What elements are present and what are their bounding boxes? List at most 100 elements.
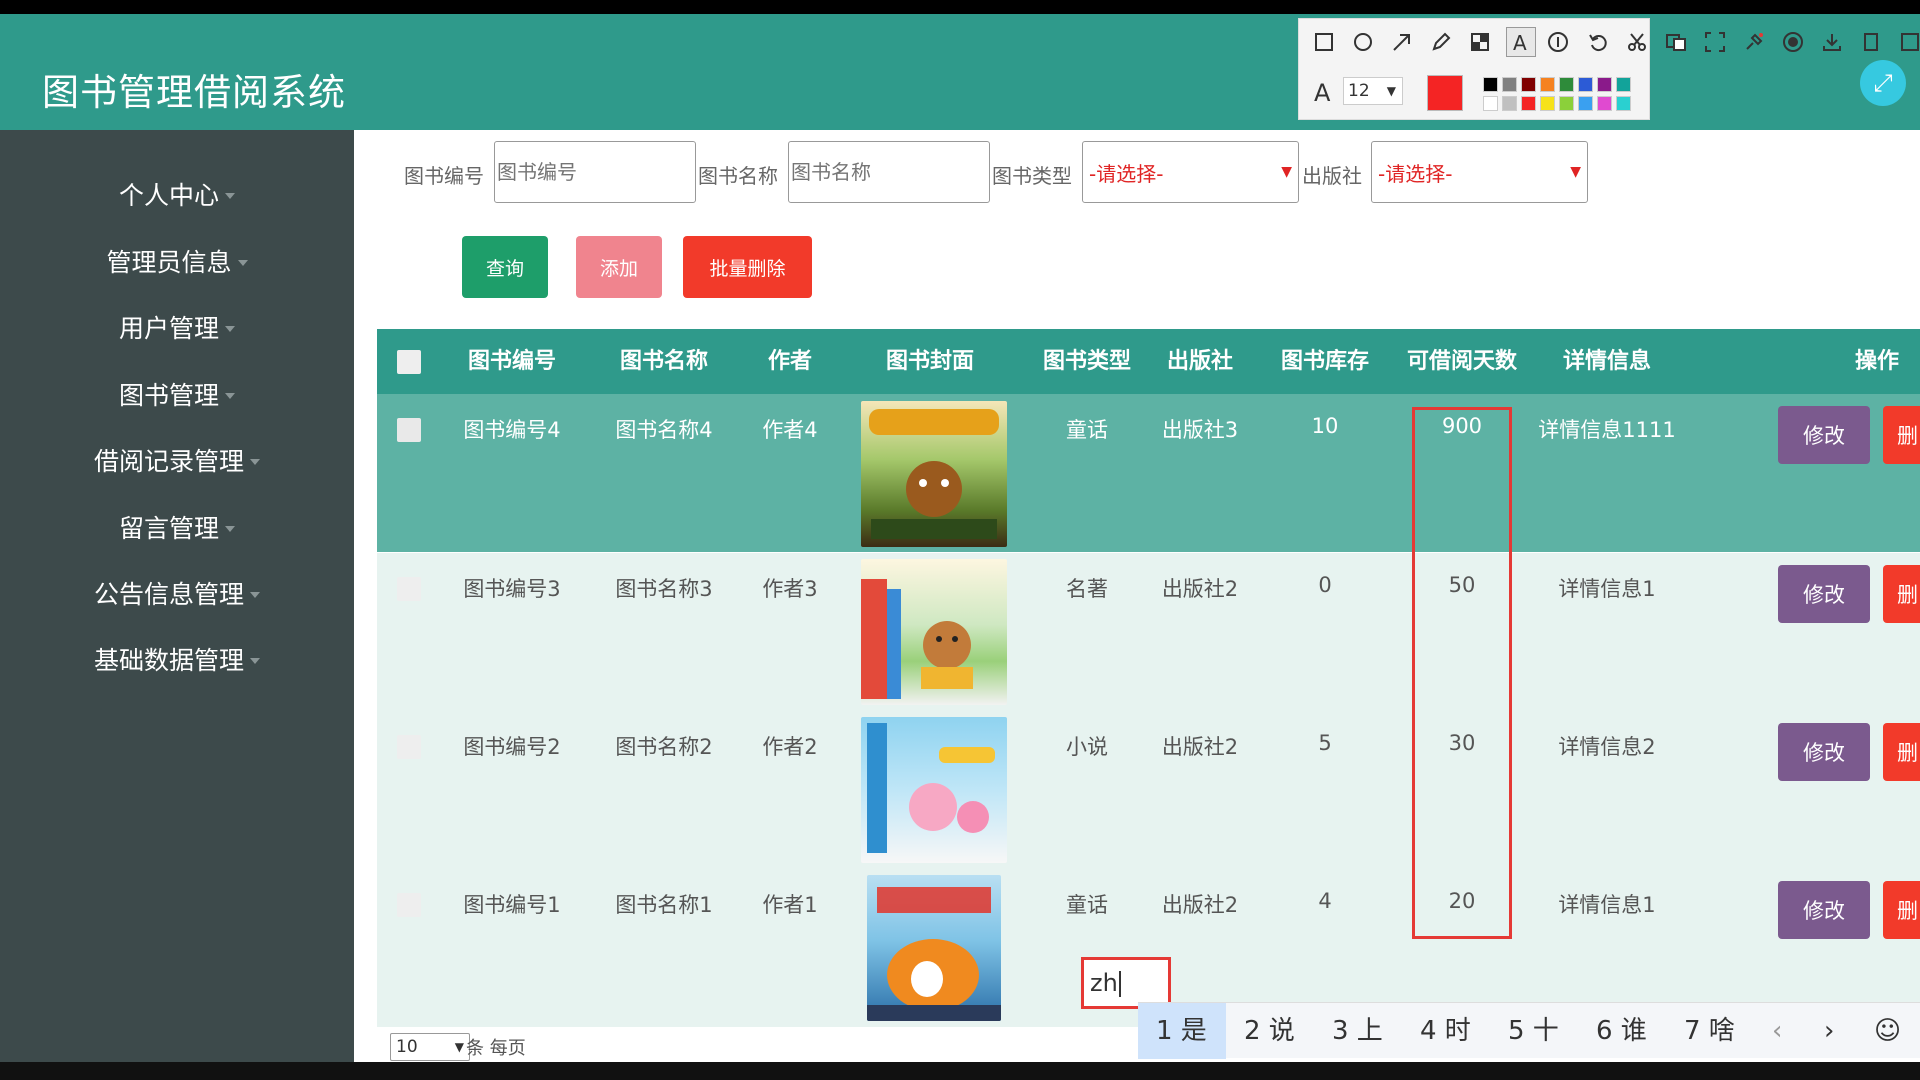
font-size-select[interactable]: 12 ▼ bbox=[1343, 77, 1403, 105]
header-cover: 图书封面 bbox=[885, 349, 974, 374]
color-swatch[interactable] bbox=[1559, 77, 1574, 92]
table-row[interactable]: 图书编号2 图书名称2 作者2 小说 出版社2 5 30 详情信息2 修改 删 bbox=[377, 711, 1920, 869]
cut-tool-icon[interactable] bbox=[1624, 29, 1650, 55]
batch-delete-button[interactable]: 批量删除 bbox=[683, 236, 812, 298]
row-checkbox[interactable] bbox=[397, 893, 421, 917]
page-size-select[interactable]: 10 ▼ bbox=[390, 1033, 470, 1061]
sidebar-item-user-management[interactable]: 用户管理 bbox=[0, 300, 354, 354]
ime-composition-text: zh bbox=[1090, 969, 1118, 997]
undo-icon[interactable] bbox=[1585, 29, 1611, 55]
color-swatch[interactable] bbox=[1502, 77, 1517, 92]
pin-tool-icon[interactable] bbox=[1741, 29, 1767, 55]
ime-prev-page-icon[interactable]: ‹ bbox=[1772, 1003, 1782, 1059]
delete-button[interactable]: 删 bbox=[1883, 723, 1920, 781]
scan-tool-icon[interactable] bbox=[1702, 29, 1728, 55]
color-swatch[interactable] bbox=[1540, 77, 1555, 92]
cell-stock: 4 bbox=[1318, 889, 1332, 913]
rectangle-tool-icon[interactable] bbox=[1311, 29, 1337, 55]
fullscreen-icon[interactable]: ⤢ bbox=[1860, 60, 1906, 106]
ime-candidate[interactable]: 4 时 bbox=[1420, 1003, 1471, 1059]
sidebar-item-borrow-records[interactable]: 借阅记录管理 bbox=[0, 433, 354, 487]
edit-button[interactable]: 修改 bbox=[1778, 881, 1870, 939]
arrow-tool-icon[interactable] bbox=[1389, 29, 1415, 55]
cell-publisher: 出版社2 bbox=[1161, 577, 1239, 601]
delete-button[interactable]: 删 bbox=[1883, 881, 1920, 939]
annotation-toolbar: A A 12 ▼ bbox=[1298, 18, 1919, 120]
book-table: 图书编号 图书名称 作者 图书封面 图书类型 出版社 图书库存 可借阅天数 详情… bbox=[377, 329, 1920, 1029]
book-cover-image bbox=[861, 559, 1007, 705]
pen-tool-icon[interactable] bbox=[1428, 29, 1454, 55]
ime-candidate[interactable]: 2 说 bbox=[1244, 1003, 1295, 1059]
sidebar-item-admin-info[interactable]: 管理员信息 bbox=[0, 234, 354, 288]
row-checkbox[interactable] bbox=[397, 418, 421, 442]
font-icon: A bbox=[1311, 79, 1337, 105]
book-no-input[interactable] bbox=[494, 141, 696, 203]
sidebar-item-base-data[interactable]: 基础数据管理 bbox=[0, 632, 354, 686]
color-swatch[interactable] bbox=[1616, 77, 1631, 92]
color-swatch[interactable] bbox=[1540, 96, 1555, 111]
caret-down-icon bbox=[225, 393, 235, 399]
number-marker-icon[interactable] bbox=[1545, 29, 1571, 55]
color-swatch[interactable] bbox=[1616, 96, 1631, 111]
text-tool-icon[interactable]: A bbox=[1506, 27, 1536, 57]
add-button[interactable]: 添加 bbox=[576, 236, 662, 298]
current-color-swatch[interactable] bbox=[1427, 75, 1463, 111]
query-button[interactable]: 查询 bbox=[462, 236, 548, 298]
select-all-checkbox[interactable] bbox=[397, 350, 421, 374]
color-swatch[interactable] bbox=[1578, 77, 1593, 92]
close-toolbar-icon[interactable] bbox=[1897, 29, 1920, 55]
delete-button[interactable]: 删 bbox=[1883, 406, 1920, 464]
table-row[interactable]: 图书编号4 图书名称4 作者4 童话 出版社3 10 900 详情信息1111 … bbox=[377, 394, 1920, 552]
ellipse-tool-icon[interactable] bbox=[1350, 29, 1376, 55]
edit-button[interactable]: 修改 bbox=[1778, 406, 1870, 464]
color-swatch[interactable] bbox=[1521, 96, 1536, 111]
book-cover-image bbox=[861, 717, 1007, 863]
color-swatch[interactable] bbox=[1559, 96, 1574, 111]
ime-candidate[interactable]: 1 是 bbox=[1138, 1003, 1226, 1059]
ime-candidate[interactable]: 7 啥 bbox=[1684, 1003, 1735, 1059]
sidebar-item-label: 个人中心 bbox=[118, 181, 219, 210]
color-swatch[interactable] bbox=[1597, 96, 1612, 111]
delete-button[interactable]: 删 bbox=[1883, 565, 1920, 623]
edit-button[interactable]: 修改 bbox=[1778, 723, 1870, 781]
book-type-value: -请选择- bbox=[1089, 161, 1164, 186]
caret-down-icon bbox=[225, 193, 235, 199]
copy-icon[interactable] bbox=[1858, 29, 1884, 55]
color-swatch[interactable] bbox=[1502, 96, 1517, 111]
header-author: 作者 bbox=[767, 349, 812, 374]
download-icon[interactable] bbox=[1819, 29, 1845, 55]
cell-book-name: 图书名称3 bbox=[615, 577, 713, 601]
row-checkbox[interactable] bbox=[397, 577, 421, 601]
sidebar-item-personal-center[interactable]: 个人中心 bbox=[0, 167, 354, 221]
ime-next-page-icon[interactable]: › bbox=[1824, 1003, 1834, 1059]
ime-emoji-icon[interactable]: ☺ bbox=[1874, 1003, 1901, 1059]
book-name-input[interactable] bbox=[788, 141, 990, 203]
color-swatch[interactable] bbox=[1483, 77, 1498, 92]
ime-candidate[interactable]: 6 谁 bbox=[1596, 1003, 1647, 1059]
mosaic-tool-icon[interactable] bbox=[1467, 29, 1493, 55]
sidebar-item-label: 借阅记录管理 bbox=[93, 447, 244, 476]
color-swatch[interactable] bbox=[1521, 77, 1536, 92]
translate-tool-icon[interactable] bbox=[1663, 29, 1689, 55]
edit-button[interactable]: 修改 bbox=[1778, 565, 1870, 623]
color-swatch[interactable] bbox=[1483, 96, 1498, 111]
header-stock: 图书库存 bbox=[1280, 349, 1369, 374]
svg-text:A: A bbox=[1513, 31, 1527, 53]
row-checkbox[interactable] bbox=[397, 735, 421, 759]
sidebar-item-announcements[interactable]: 公告信息管理 bbox=[0, 566, 354, 620]
cell-detail: 详情信息1111 bbox=[1538, 418, 1676, 442]
publisher-select[interactable]: -请选择- ▼ bbox=[1371, 141, 1588, 203]
record-icon[interactable] bbox=[1780, 29, 1806, 55]
ime-candidate[interactable]: 5 十 bbox=[1508, 1003, 1559, 1059]
book-cover-image bbox=[867, 875, 1001, 1021]
ime-candidate[interactable]: 3 上 bbox=[1332, 1003, 1383, 1059]
sidebar-item-book-management[interactable]: 图书管理 bbox=[0, 367, 354, 421]
sidebar-item-messages[interactable]: 留言管理 bbox=[0, 500, 354, 554]
color-swatch[interactable] bbox=[1578, 96, 1593, 111]
book-type-select[interactable]: -请选择- ▼ bbox=[1082, 141, 1299, 203]
days-highlight-annotation bbox=[1412, 407, 1512, 939]
color-swatch[interactable] bbox=[1597, 77, 1612, 92]
chevron-down-icon: ▼ bbox=[1281, 164, 1292, 180]
chevron-down-icon: ▼ bbox=[1570, 164, 1581, 180]
table-row[interactable]: 图书编号3 图书名称3 作者3 名著 出版社2 0 50 详情信息1 修改 删 bbox=[377, 553, 1920, 711]
